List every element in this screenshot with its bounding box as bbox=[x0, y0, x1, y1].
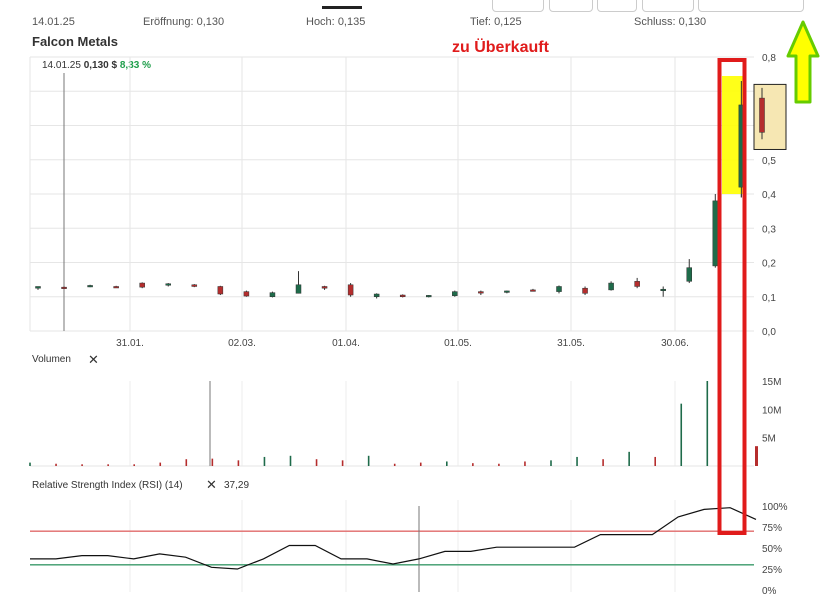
candle-body bbox=[478, 291, 484, 294]
volume-y-tick: 15M bbox=[762, 377, 781, 388]
last-candle-body bbox=[759, 97, 765, 133]
candle-body bbox=[295, 284, 302, 294]
candle-body bbox=[452, 291, 458, 296]
candle-body bbox=[582, 287, 588, 294]
candle-body bbox=[87, 285, 93, 288]
price-y-tick: 0,8 bbox=[762, 53, 776, 64]
candle-body bbox=[139, 282, 145, 288]
candle-body bbox=[269, 292, 276, 298]
candle-body bbox=[399, 294, 406, 298]
price-x-tick: 01.05. bbox=[444, 338, 472, 349]
rsi-y-tick: 100% bbox=[762, 502, 788, 513]
candle-body bbox=[712, 200, 719, 267]
candle-body bbox=[426, 295, 432, 298]
candle-body bbox=[321, 286, 328, 289]
price-x-tick: 31.05. bbox=[557, 338, 585, 349]
volume-y-tick: 10M bbox=[762, 405, 781, 416]
candle-body bbox=[191, 284, 198, 287]
candle-body bbox=[634, 281, 640, 287]
volume-last-bar bbox=[755, 446, 758, 466]
candle-body bbox=[61, 286, 67, 289]
volume-y-tick: 5M bbox=[762, 434, 776, 445]
candle-body bbox=[530, 289, 536, 292]
candle-body bbox=[217, 286, 224, 295]
last-candle-box bbox=[753, 83, 787, 150]
rsi-y-tick: 50% bbox=[762, 544, 782, 555]
candle-body bbox=[504, 290, 510, 293]
candle-body bbox=[373, 293, 380, 298]
rsi-y-tick: 25% bbox=[762, 565, 782, 576]
price-y-tick: 0,5 bbox=[762, 156, 776, 167]
rsi-line bbox=[30, 507, 757, 570]
candle-body bbox=[347, 284, 354, 296]
candle-body bbox=[608, 282, 614, 291]
candle-body bbox=[556, 286, 562, 292]
price-y-tick: 0,4 bbox=[762, 190, 776, 201]
price-x-tick: 31.01. bbox=[116, 338, 144, 349]
candle-body bbox=[243, 291, 250, 297]
up-arrow-icon bbox=[786, 20, 820, 104]
rsi-y-tick: 0% bbox=[762, 586, 777, 596]
candle-body bbox=[686, 267, 692, 282]
rsi-y-tick: 75% bbox=[762, 523, 782, 534]
price-x-tick: 01.04. bbox=[332, 338, 360, 349]
candle-body bbox=[660, 288, 666, 291]
price-y-tick: 0,1 bbox=[762, 293, 776, 304]
price-y-tick: 0,0 bbox=[762, 327, 776, 338]
candle-body bbox=[113, 286, 119, 289]
price-x-tick: 02.03. bbox=[228, 338, 256, 349]
candle-body bbox=[165, 283, 171, 286]
candle-body bbox=[35, 286, 41, 289]
price-x-tick: 30.06. bbox=[661, 338, 689, 349]
price-y-tick: 0,3 bbox=[762, 224, 776, 235]
chart-canvas[interactable]: 0,00,10,20,30,40,50,60,70,831.01.02.03.0… bbox=[0, 0, 824, 596]
price-y-tick: 0,2 bbox=[762, 259, 776, 270]
